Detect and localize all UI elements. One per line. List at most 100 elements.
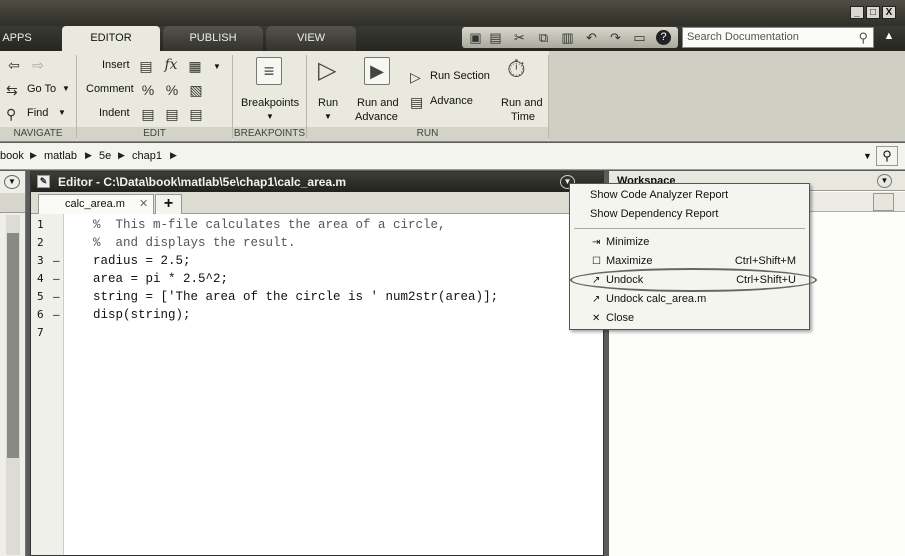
insert-section-icon[interactable]: ▤ (138, 58, 154, 74)
find-icon: ⚲ (6, 106, 17, 122)
code-line[interactable]: % This m-file calculates the area of a c… (93, 216, 446, 234)
advance-icon: ▤ (410, 94, 424, 110)
go-to-button[interactable]: ⇆ Go To ▼ (6, 82, 76, 98)
breadcrumb-chap1[interactable]: chap1 (132, 150, 162, 162)
stopwatch-icon: ⏱ (507, 56, 526, 83)
decrease-indent-icon[interactable]: ▤ (188, 106, 204, 122)
advance-button[interactable]: ▤ Advance (410, 94, 496, 110)
save-icon[interactable]: ▤ (488, 30, 503, 45)
code-line[interactable]: radius = 2.5; (93, 252, 191, 270)
find-label: Find (27, 107, 49, 119)
breakpoint-marker[interactable]: — (53, 270, 60, 288)
breadcrumb-book[interactable]: book (0, 150, 24, 162)
line-number: 6 (37, 308, 44, 321)
find-button[interactable]: ⚲ Find ▼ (6, 106, 76, 122)
paste-icon[interactable]: ▥ (560, 30, 575, 45)
run-section-label: Run Section (430, 70, 490, 82)
tab-apps[interactable]: APPS (0, 26, 34, 51)
new-tab-button[interactable]: + (155, 194, 182, 214)
search-folder-icon[interactable]: ⚲ (876, 146, 898, 166)
undo-icon[interactable]: ↶ (584, 30, 599, 45)
close-tab-icon[interactable]: ✕ (139, 195, 148, 213)
menu-item-show-code-analyzer[interactable]: Show Code Analyzer Report (570, 186, 809, 205)
run-and-time-button[interactable]: ⏱ Run and Time (497, 55, 545, 125)
run-and-advance-icon: ▶ (364, 57, 390, 85)
breakpoint-marker[interactable]: — (53, 252, 60, 270)
switch-windows-icon[interactable]: ▭ (632, 30, 647, 45)
code-editor[interactable]: 1 % This m-file calculates the area of a … (31, 214, 603, 555)
redo-icon[interactable]: ↷ (608, 30, 623, 45)
editor-panel: ✎ Editor - C:\Data\book\matlab\5e\chap1\… (30, 171, 604, 556)
wrap-comments-icon[interactable]: ▧ (188, 82, 204, 98)
function-icon[interactable]: fx (163, 57, 179, 73)
code-line[interactable]: area = pi * 2.5^2; (93, 270, 228, 288)
minimize-window-button[interactable]: _ (850, 6, 864, 19)
menu-item-show-dependency[interactable]: Show Dependency Report (570, 205, 809, 224)
insert-button[interactable]: Insert (102, 59, 130, 71)
run-and-time-label-2: Time (511, 111, 536, 123)
forward-arrow-icon[interactable]: ⇨ (30, 57, 46, 73)
chevron-down-icon[interactable]: ▼ (863, 151, 872, 161)
menu-item-undock-file[interactable]: ↗ Undock calc_area.m (570, 290, 809, 309)
chevron-down-icon: ▼ (62, 84, 70, 93)
line-number: 4 (37, 272, 44, 285)
menu-item-close[interactable]: ✕ Close (570, 309, 809, 328)
breadcrumb-arrow-icon[interactable]: ▶ (170, 150, 177, 161)
code-line[interactable]: % and displays the result. (93, 234, 296, 252)
run-and-advance-button[interactable]: ▶ Run and Advance (352, 55, 404, 125)
panel-actions-icon[interactable]: ▼ (4, 175, 20, 189)
copy-icon[interactable]: ⧉ (536, 30, 551, 45)
back-arrow-icon[interactable]: ⇦ (6, 57, 22, 73)
chevron-down-icon[interactable]: ▼ (213, 62, 221, 71)
breakpoints-button[interactable]: ≡ Breakpoints ▼ (236, 55, 304, 125)
tab-publish[interactable]: PUBLISH (163, 26, 263, 51)
minimize-icon: ⇥ (592, 237, 601, 248)
code-line[interactable]: string = ['The area of the circle is ' n… (93, 288, 498, 306)
smart-indent-icon[interactable]: ▤ (140, 106, 156, 122)
breadcrumb-arrow-icon[interactable]: ▶ (118, 150, 125, 161)
collapse-toolstrip-icon[interactable]: ▲ (880, 30, 898, 46)
run-and-time-label: Run and (501, 97, 543, 109)
breadcrumb-5e[interactable]: 5e (99, 150, 111, 162)
close-window-button[interactable]: X (882, 6, 896, 19)
workspace-actions-icon[interactable]: ▼ (877, 174, 892, 188)
line-number: 5 (37, 290, 44, 303)
workspace-column-button[interactable] (873, 193, 894, 211)
maximize-window-button[interactable]: □ (866, 6, 880, 19)
scrollbar-thumb[interactable] (7, 233, 19, 458)
tab-editor[interactable]: EDITOR (62, 26, 160, 51)
run-section-button[interactable]: ▷ Run Section (410, 69, 496, 85)
breadcrumb-arrow-icon[interactable]: ▶ (85, 150, 92, 161)
run-section-icon: ▷ (410, 69, 421, 85)
search-icon[interactable]: ⚲ (858, 30, 868, 46)
breakpoint-marker[interactable]: — (53, 288, 60, 306)
indent-button[interactable]: Indent (99, 107, 130, 119)
toolstrip-ribbon: ⇦ ⇨ ⇆ Go To ▼ ⚲ Find ▼ NAVIGATE Insert ▤… (0, 51, 905, 142)
menu-item-label: Undock calc_area.m (606, 293, 707, 305)
menu-item-minimize[interactable]: ⇥ Minimize (570, 233, 809, 252)
comment-button[interactable]: Comment (86, 83, 134, 95)
run-button[interactable]: ▷ Run ▼ (312, 55, 346, 125)
help-icon[interactable]: ? (656, 30, 671, 45)
breakpoint-marker[interactable]: — (53, 306, 60, 324)
line-number: 7 (37, 326, 44, 339)
breadcrumb-arrow-icon[interactable]: ▶ (30, 150, 37, 161)
comment-icon[interactable]: % (140, 82, 156, 98)
increase-indent-icon[interactable]: ▤ (164, 106, 180, 122)
cut-icon[interactable]: ✂ (512, 30, 527, 45)
chevron-down-icon: ▼ (266, 112, 274, 121)
tab-view[interactable]: VIEW (266, 26, 356, 51)
go-to-icon: ⇆ (6, 82, 18, 98)
file-tab-label: calc_area.m (65, 198, 125, 210)
insert-function-icon[interactable]: ▦ (187, 58, 203, 74)
code-line[interactable]: disp(string); (93, 306, 191, 324)
editor-title-bar: ✎ Editor - C:\Data\book\matlab\5e\chap1\… (31, 172, 603, 192)
uncomment-icon[interactable]: % (164, 82, 180, 98)
run-group-label: RUN (307, 127, 548, 141)
column-header (0, 193, 25, 213)
file-tab-calc-area[interactable]: calc_area.m ✕ (38, 194, 154, 214)
line-number: 2 (37, 236, 44, 249)
search-documentation-input[interactable]: Search Documentation ⚲ (682, 27, 874, 48)
new-icon[interactable]: ▣ (468, 30, 483, 45)
breadcrumb-matlab[interactable]: matlab (44, 150, 77, 162)
